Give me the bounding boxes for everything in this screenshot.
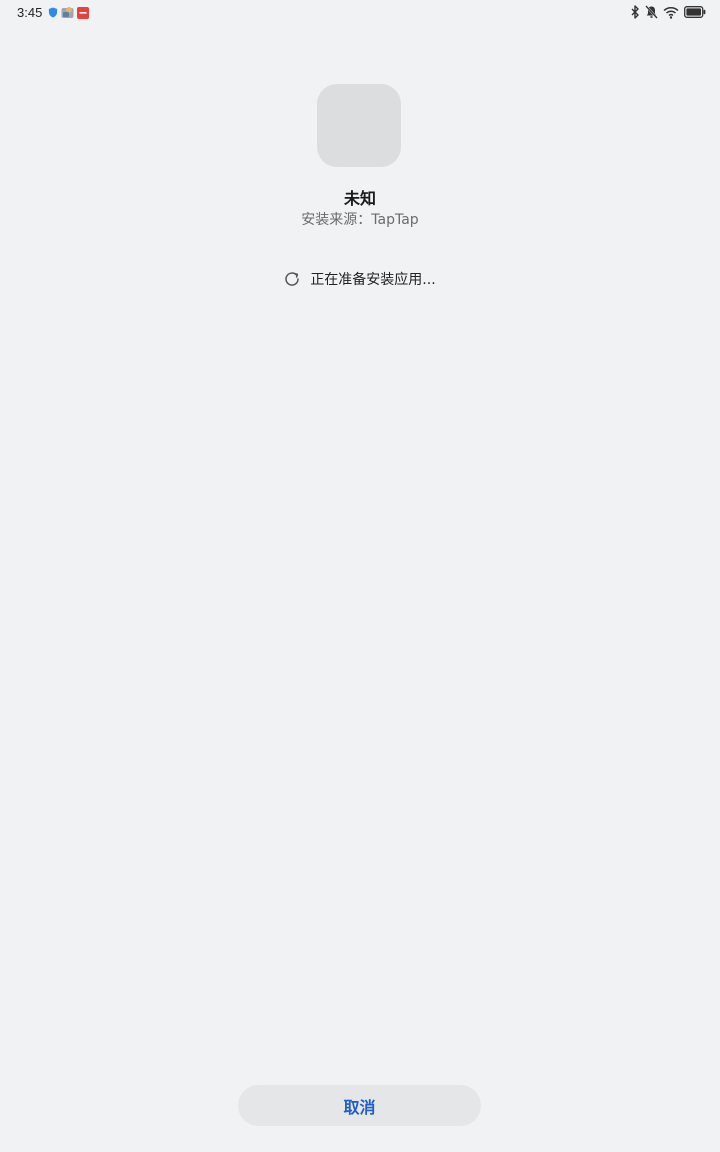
progress-text: 正在准备安装应用... (310, 272, 436, 288)
status-bar: 3:45 (0, 0, 720, 26)
progress-row: 正在准备安装应用... (0, 269, 720, 289)
loading-spinner-icon (284, 271, 300, 287)
wifi-icon (663, 6, 679, 19)
install-source: 安装来源：TapTap (301, 212, 419, 228)
system-status-icons (631, 5, 706, 19)
red-app-icon (77, 6, 89, 19)
app-name: 未知 (343, 189, 376, 208)
shield-icon (48, 7, 58, 18)
mute-icon (645, 5, 658, 19)
bluetooth-icon (631, 5, 640, 19)
app-icon (61, 6, 74, 19)
battery-icon (684, 6, 706, 18)
cancel-button[interactable]: 取消 (238, 1085, 481, 1126)
notification-icons (48, 6, 89, 19)
app-icon-placeholder (317, 84, 401, 167)
status-time: 3:45 (17, 5, 43, 20)
